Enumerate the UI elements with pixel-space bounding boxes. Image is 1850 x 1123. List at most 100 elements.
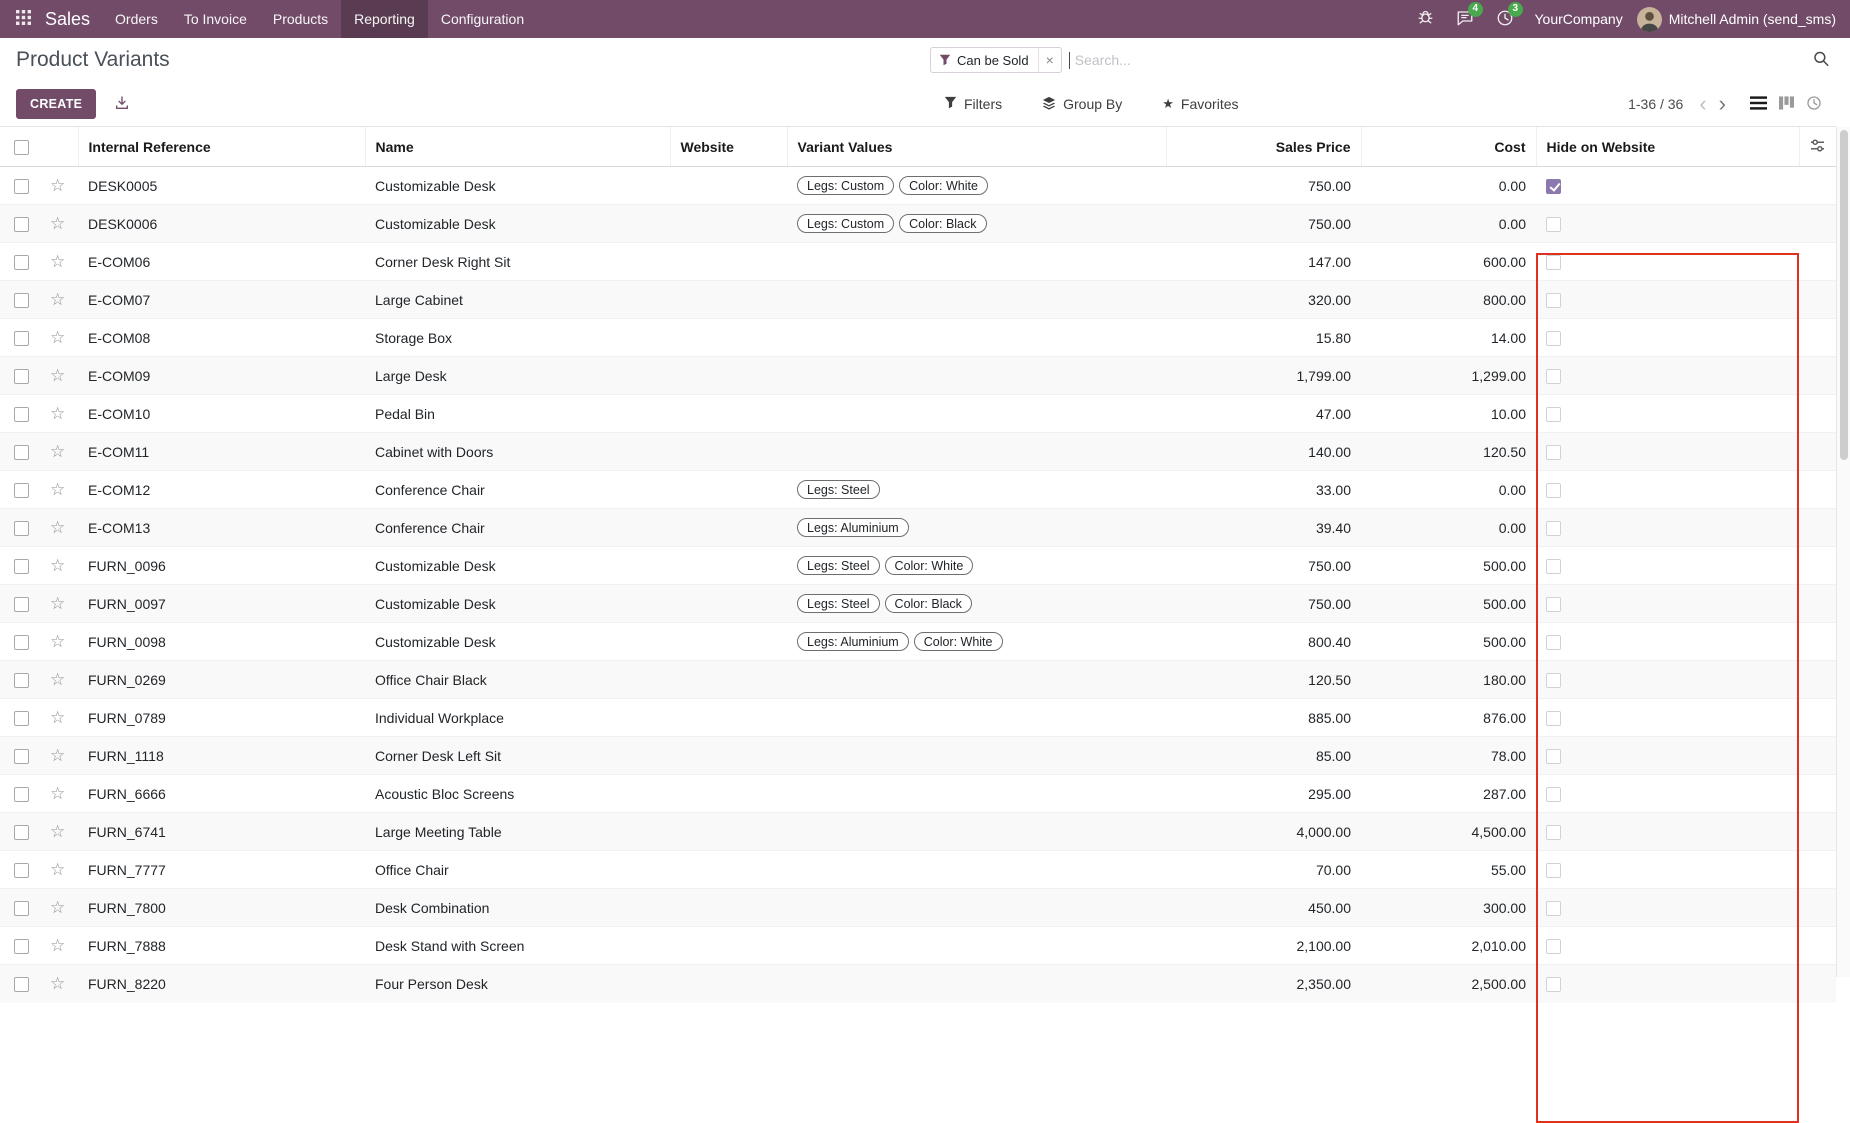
table-row[interactable]: ☆E-COM13Conference ChairLegs: Aluminium3…	[0, 509, 1836, 547]
row-select-checkbox[interactable]	[14, 711, 29, 726]
row-select-checkbox[interactable]	[14, 863, 29, 878]
favorite-star-icon[interactable]: ☆	[50, 632, 65, 651]
hide-on-website-checkbox[interactable]	[1546, 521, 1561, 536]
filters-button[interactable]: Filters	[938, 95, 1008, 113]
favorite-star-icon[interactable]: ☆	[50, 366, 65, 385]
table-row[interactable]: ☆E-COM10Pedal Bin47.0010.00	[0, 395, 1836, 433]
row-select-checkbox[interactable]	[14, 635, 29, 650]
hide-on-website-checkbox[interactable]	[1546, 901, 1561, 916]
hide-on-website-checkbox[interactable]	[1546, 369, 1561, 384]
favorite-star-icon[interactable]: ☆	[50, 328, 65, 347]
favorite-star-icon[interactable]: ☆	[50, 290, 65, 309]
row-select-checkbox[interactable]	[14, 597, 29, 612]
pager-previous-button[interactable]: ‹	[1693, 93, 1712, 115]
table-row[interactable]: ☆FURN_6741Large Meeting Table4,000.004,5…	[0, 813, 1836, 851]
view-kanban-button[interactable]	[1773, 93, 1800, 116]
hide-on-website-checkbox[interactable]	[1546, 559, 1561, 574]
table-row[interactable]: ☆FURN_0096Customizable DeskLegs: SteelCo…	[0, 547, 1836, 585]
table-row[interactable]: ☆E-COM11Cabinet with Doors140.00120.50	[0, 433, 1836, 471]
table-row[interactable]: ☆FURN_0269Office Chair Black120.50180.00	[0, 661, 1836, 699]
favorite-star-icon[interactable]: ☆	[50, 594, 65, 613]
hide-on-website-checkbox[interactable]	[1546, 825, 1561, 840]
favorite-star-icon[interactable]: ☆	[50, 936, 65, 955]
column-header-website[interactable]: Website	[670, 127, 787, 167]
favorite-star-icon[interactable]: ☆	[50, 176, 65, 195]
activities-button[interactable]: 3	[1487, 5, 1523, 34]
favorite-star-icon[interactable]: ☆	[50, 898, 65, 917]
column-header-name[interactable]: Name	[365, 127, 670, 167]
row-select-checkbox[interactable]	[14, 787, 29, 802]
hide-on-website-checkbox[interactable]	[1546, 255, 1561, 270]
row-select-checkbox[interactable]	[14, 483, 29, 498]
favorite-star-icon[interactable]: ☆	[50, 670, 65, 689]
row-select-checkbox[interactable]	[14, 293, 29, 308]
row-select-checkbox[interactable]	[14, 749, 29, 764]
favorite-star-icon[interactable]: ☆	[50, 518, 65, 537]
table-row[interactable]: ☆FURN_0097Customizable DeskLegs: SteelCo…	[0, 585, 1836, 623]
search-bar[interactable]: Can be Sold × Search...	[930, 38, 1780, 82]
hide-on-website-checkbox[interactable]	[1546, 597, 1561, 612]
table-row[interactable]: ☆E-COM07Large Cabinet320.00800.00	[0, 281, 1836, 319]
table-row[interactable]: ☆E-COM08Storage Box15.8014.00	[0, 319, 1836, 357]
table-row[interactable]: ☆FURN_8220Four Person Desk2,350.002,500.…	[0, 965, 1836, 1003]
column-header-hide-on-website[interactable]: Hide on Website	[1536, 127, 1799, 167]
column-header-cost[interactable]: Cost	[1361, 127, 1536, 167]
favorite-star-icon[interactable]: ☆	[50, 822, 65, 841]
table-row[interactable]: ☆E-COM06Corner Desk Right Sit147.00600.0…	[0, 243, 1836, 281]
nav-item-reporting[interactable]: Reporting	[341, 0, 428, 38]
hide-on-website-checkbox[interactable]	[1546, 293, 1561, 308]
row-select-checkbox[interactable]	[14, 217, 29, 232]
table-row[interactable]: ☆FURN_0098Customizable DeskLegs: Alumini…	[0, 623, 1836, 661]
column-header-variant-values[interactable]: Variant Values	[787, 127, 1166, 167]
hide-on-website-checkbox[interactable]	[1546, 673, 1561, 688]
hide-on-website-checkbox[interactable]	[1546, 179, 1561, 194]
favorite-star-icon[interactable]: ☆	[50, 860, 65, 879]
hide-on-website-checkbox[interactable]	[1546, 863, 1561, 878]
row-select-checkbox[interactable]	[14, 977, 29, 992]
hide-on-website-checkbox[interactable]	[1546, 977, 1561, 992]
favorite-star-icon[interactable]: ☆	[50, 480, 65, 499]
view-activity-button[interactable]	[1800, 92, 1828, 117]
search-button[interactable]	[1808, 46, 1834, 75]
row-select-checkbox[interactable]	[14, 255, 29, 270]
column-header-sales-price[interactable]: Sales Price	[1166, 127, 1361, 167]
row-select-checkbox[interactable]	[14, 331, 29, 346]
table-row[interactable]: ☆FURN_6666Acoustic Bloc Screens295.00287…	[0, 775, 1836, 813]
row-select-checkbox[interactable]	[14, 179, 29, 194]
company-switcher[interactable]: YourCompany	[1535, 11, 1623, 27]
create-button[interactable]: CREATE	[16, 89, 96, 119]
row-select-checkbox[interactable]	[14, 825, 29, 840]
app-name[interactable]: Sales	[43, 0, 102, 38]
favorite-star-icon[interactable]: ☆	[50, 556, 65, 575]
table-row[interactable]: ☆E-COM12Conference ChairLegs: Steel33.00…	[0, 471, 1836, 509]
favorite-star-icon[interactable]: ☆	[50, 252, 65, 271]
table-row[interactable]: ☆FURN_0789Individual Workplace885.00876.…	[0, 699, 1836, 737]
messages-button[interactable]: 4	[1447, 5, 1483, 34]
row-select-checkbox[interactable]	[14, 521, 29, 536]
row-select-checkbox[interactable]	[14, 369, 29, 384]
view-list-button[interactable]	[1744, 93, 1773, 116]
row-select-checkbox[interactable]	[14, 559, 29, 574]
row-select-checkbox[interactable]	[14, 673, 29, 688]
favorite-star-icon[interactable]: ☆	[50, 708, 65, 727]
hide-on-website-checkbox[interactable]	[1546, 787, 1561, 802]
nav-item-to-invoice[interactable]: To Invoice	[171, 0, 260, 38]
optional-columns-button[interactable]	[1808, 136, 1827, 158]
hide-on-website-checkbox[interactable]	[1546, 217, 1561, 232]
table-row[interactable]: ☆FURN_7800Desk Combination450.00300.00	[0, 889, 1836, 927]
row-select-checkbox[interactable]	[14, 445, 29, 460]
hide-on-website-checkbox[interactable]	[1546, 407, 1561, 422]
table-row[interactable]: ☆DESK0006Customizable DeskLegs: CustomCo…	[0, 205, 1836, 243]
hide-on-website-checkbox[interactable]	[1546, 939, 1561, 954]
nav-item-configuration[interactable]: Configuration	[428, 0, 537, 38]
hide-on-website-checkbox[interactable]	[1546, 331, 1561, 346]
table-row[interactable]: ☆E-COM09Large Desk1,799.001,299.00	[0, 357, 1836, 395]
hide-on-website-checkbox[interactable]	[1546, 483, 1561, 498]
row-select-checkbox[interactable]	[14, 939, 29, 954]
pager-next-button[interactable]: ›	[1713, 93, 1732, 115]
table-row[interactable]: ☆DESK0005Customizable DeskLegs: CustomCo…	[0, 167, 1836, 205]
row-select-checkbox[interactable]	[14, 901, 29, 916]
favorite-star-icon[interactable]: ☆	[50, 746, 65, 765]
scrollbar-thumb[interactable]	[1840, 130, 1848, 460]
table-row[interactable]: ☆FURN_7777Office Chair70.0055.00	[0, 851, 1836, 889]
